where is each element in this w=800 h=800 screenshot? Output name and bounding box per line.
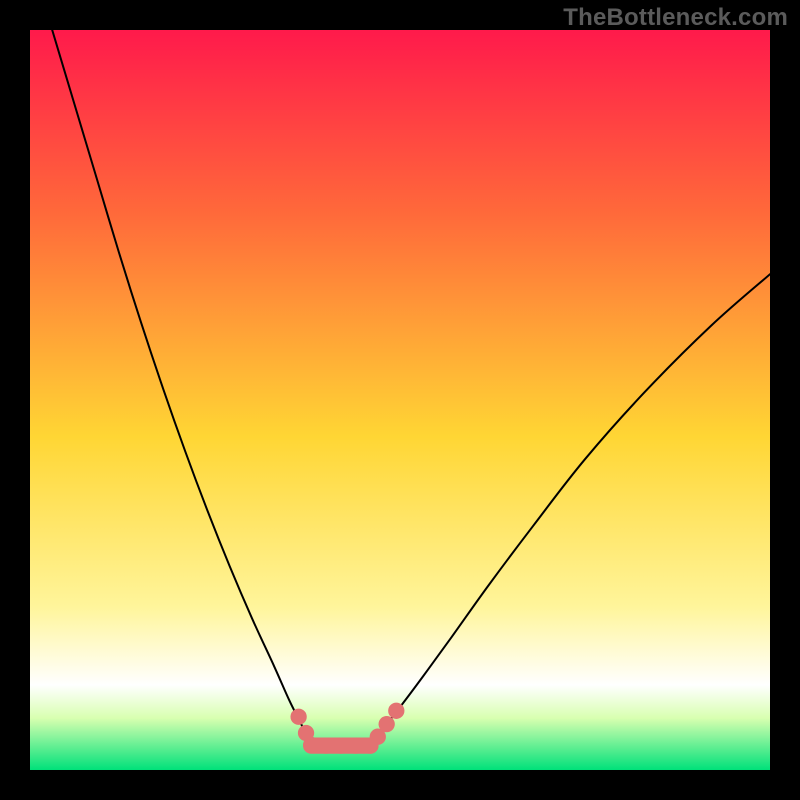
highlight-dot: [290, 709, 306, 725]
highlight-dot: [318, 737, 334, 753]
highlight-dot: [303, 737, 319, 753]
highlight-dot: [379, 716, 395, 732]
highlight-dot: [388, 703, 404, 719]
bottleneck-curve-chart: [30, 30, 770, 770]
plot-background: [30, 30, 770, 770]
highlight-dot: [347, 737, 363, 753]
watermark-text: TheBottleneck.com: [563, 4, 788, 32]
highlight-dot: [333, 737, 349, 753]
chart-stage: TheBottleneck.com: [0, 0, 800, 800]
